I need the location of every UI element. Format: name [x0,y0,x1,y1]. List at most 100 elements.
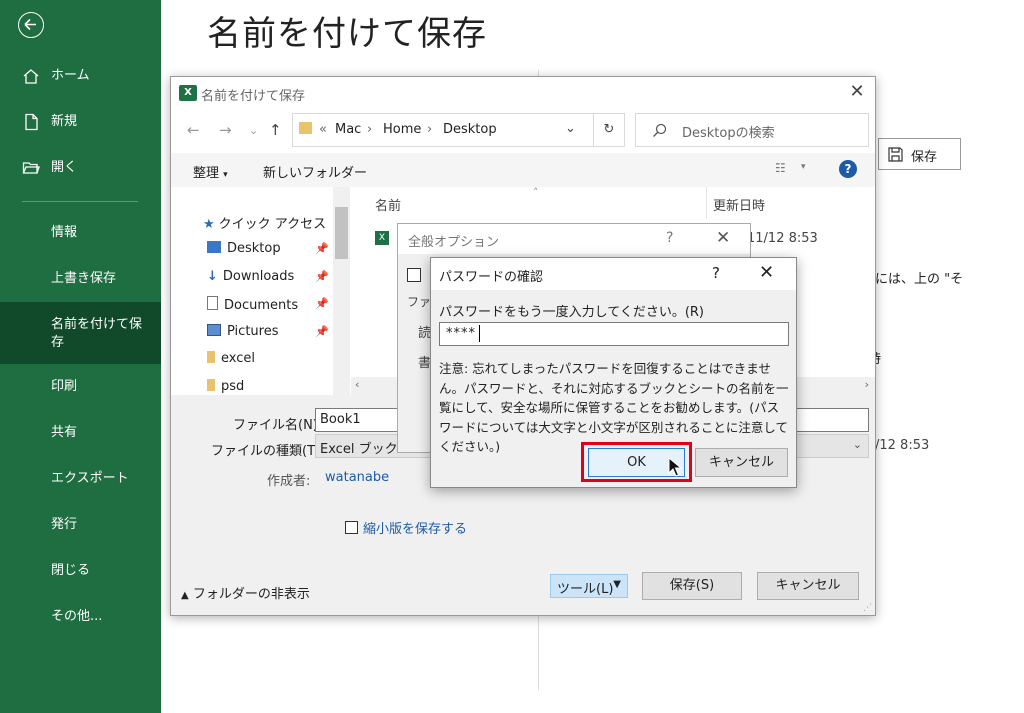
nav-item-label: Documents [224,298,299,313]
navigation-pane: ★ クイック アクセス Desktop 📌 ↓ Downloads 📌 Docume… [171,187,351,395]
breadcrumb-item-desktop[interactable]: Desktop [443,122,497,137]
star-icon: ★ [203,217,215,232]
pin-icon[interactable]: 📌 [315,297,329,310]
download-icon: ↓ [207,269,218,284]
nav-item-label: psd [221,379,245,394]
save-button[interactable]: 保存(S) [642,572,742,600]
backstage-save-button[interactable]: 保存 [878,138,961,170]
breadcrumb-item-home[interactable]: Home [383,122,421,137]
cancel-button[interactable]: キャンセル [695,448,788,477]
nav-item-excel[interactable]: excel [207,351,255,366]
sidebar-item-label: 名前を付けて保存 [51,317,143,350]
dialog-titlebar: 全般オプション ? ✕ [398,224,750,254]
navigation-bar: ← → ⌄ ↑ « Mac › Home › Desktop ⌄ ↻ Deskt… [171,109,875,153]
sidebar-item-label: エクスポート [51,471,129,486]
file-type-label: ファイルの種類(T): [211,444,325,459]
pictures-icon [207,324,221,336]
resize-grip-icon[interactable]: ⋰ [863,603,872,613]
scroll-left-icon[interactable]: ‹ [355,378,359,391]
refresh-button[interactable]: ↻ [593,113,625,147]
dialog-title: 名前を付けて保存 [201,89,306,104]
sidebar-item-label: 発行 [51,517,78,532]
sidebar-item-label: その他... [51,609,103,624]
nav-scrollbar-thumb[interactable] [335,207,348,259]
close-icon[interactable]: ✕ [847,82,867,102]
save-thumbnail-label[interactable]: 縮小版を保存する [363,518,467,537]
backstage-sidebar: ホーム 新規 開く 情報 上書き保存 名前を付けて保存 印刷 共有 エクスポート… [0,0,161,713]
help-icon[interactable]: ? [666,230,673,246]
dialog-titlebar: X 名前を付けて保存 ✕ [171,77,875,109]
new-document-icon [25,113,38,131]
column-header-modified[interactable]: 更新日時 [713,195,765,214]
nav-item-pictures[interactable]: Pictures [207,324,278,339]
folder-icon [207,351,215,363]
nav-item-label: excel [221,351,255,366]
cancel-button[interactable]: キャンセル [757,572,859,600]
breadcrumb-item-mac[interactable]: Mac [335,122,361,137]
nav-item-psd[interactable]: psd [207,379,244,394]
help-icon[interactable]: ? [839,160,857,178]
sidebar-item-label: ホーム [51,68,90,83]
nav-item-downloads[interactable]: ↓ Downloads [207,269,294,284]
open-folder-icon [22,162,40,174]
back-arrow-icon [24,18,36,31]
password-input[interactable]: **** [439,322,789,346]
back-button[interactable] [18,12,44,38]
close-icon[interactable]: ✕ [759,262,774,283]
text-caret [479,325,480,342]
pin-icon[interactable]: 📌 [315,270,329,283]
breadcrumb-overflow[interactable]: « [319,122,327,137]
folder-icon [299,122,312,134]
home-icon [23,69,39,84]
sidebar-item-label: 上書き保存 [51,271,117,286]
chevron-down-icon: ⌄ [852,438,862,451]
organize-button[interactable]: 整理 ▾ [193,162,228,181]
nav-item-label: クイック アクセス [218,217,327,232]
column-header-name[interactable]: 名前 [375,195,401,214]
view-options-icon[interactable]: ☷ [775,161,786,175]
nav-item-documents[interactable]: Documents [207,296,298,313]
scroll-right-icon[interactable]: › [865,378,869,391]
close-icon[interactable]: ✕ [716,228,730,248]
nav-item-label: Pictures [227,324,279,339]
sidebar-item-label: 新規 [51,114,78,129]
chevron-down-icon: ▾ [223,170,228,180]
search-box[interactable]: Desktopの検索 [635,113,869,147]
new-folder-button[interactable]: 新しいフォルダー [263,162,367,181]
sort-indicator-icon: ˄ [533,186,539,199]
nav-item-label: Desktop [227,241,281,256]
nav-item-desktop[interactable]: Desktop [207,241,281,256]
breadcrumb-separator-icon: › [427,122,433,137]
folder-icon [207,379,215,391]
tools-dropdown[interactable]: ツール(L) ▼ [550,574,628,598]
back-nav-icon[interactable]: ← [187,121,200,139]
sidebar-item-label: 閉じる [51,563,91,578]
organize-label: 整理 [193,166,220,181]
backup-checkbox[interactable] [407,268,421,282]
chevron-down-icon: ▼ [613,579,621,590]
excel-icon: X [179,85,197,101]
forward-nav-icon[interactable]: → [219,121,232,139]
excel-file-icon: X [375,231,389,245]
file-name-label: ファイル名(N): [233,418,323,433]
address-bar[interactable]: « Mac › Home › Desktop ⌄ [292,113,616,147]
password-confirm-dialog: パスワードの確認 ? ✕ パスワードをもう一度入力してください。(R) ****… [430,257,797,488]
pin-icon[interactable]: 📌 [315,242,329,255]
up-folder-icon[interactable]: ↑ [269,121,282,139]
save-thumbnail-checkbox[interactable] [345,521,358,534]
sidebar-item-label: 共有 [51,425,78,440]
address-dropdown-icon[interactable]: ⌄ [565,121,576,136]
hide-folders-button[interactable]: ▲ フォルダーの非表示 [181,583,310,602]
nav-item-quick-access[interactable]: ★ クイック アクセス [203,213,326,232]
recent-chevron-icon[interactable]: ⌄ [249,124,258,137]
chevron-down-icon[interactable]: ▾ [801,162,806,172]
dialog-titlebar: パスワードの確認 ? ✕ [431,258,796,290]
sidebar-item-label: 情報 [51,225,78,240]
background-text: には、上の "そ [875,272,964,287]
pin-icon[interactable]: 📌 [315,325,329,338]
sidebar-item-label: 開く [51,160,78,175]
column-separator[interactable] [706,187,707,219]
help-icon[interactable]: ? [712,264,720,282]
file-type-value: Excel ブック [320,442,398,457]
author-value[interactable]: watanabe [325,470,389,485]
